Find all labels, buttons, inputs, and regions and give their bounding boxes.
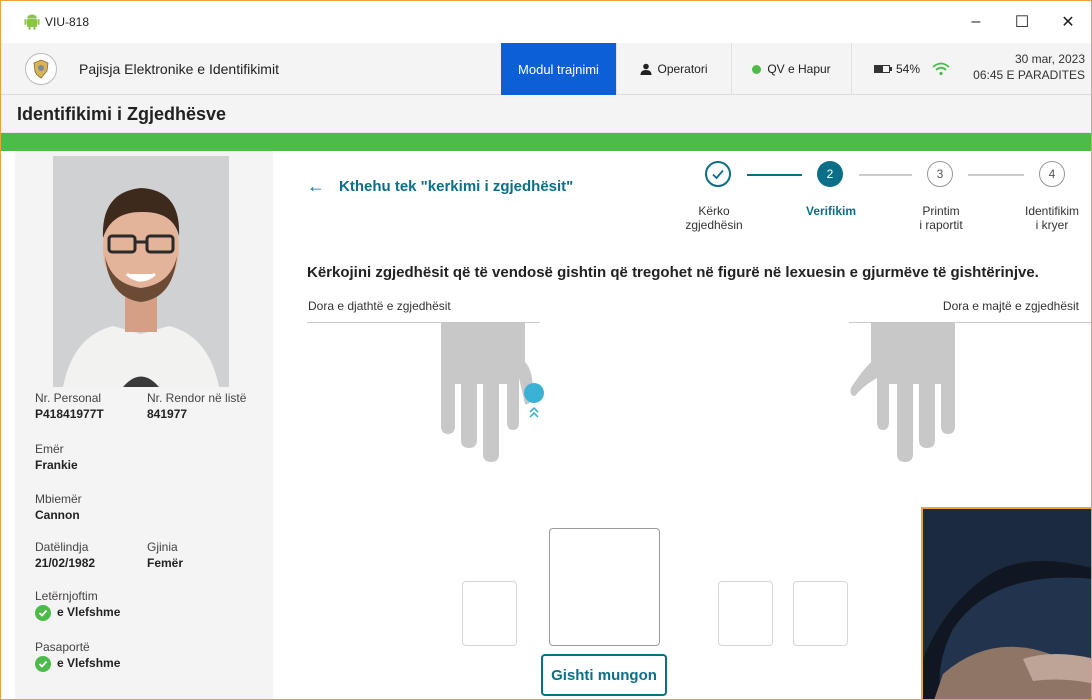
minimize-icon[interactable]: – — [953, 1, 999, 43]
last-name-value: Cannon — [35, 508, 80, 522]
progress-stepper: 2 3 4 Kërko zgjedhësin Verifikim Printim… — [671, 159, 1091, 239]
page-title: Identifikimi i Zgjedhësve — [17, 104, 227, 124]
id-card-status: e Vlefshme — [57, 605, 121, 620]
instruction-text: Kërkojini zgjedhësit që të vendosë gisht… — [307, 264, 1039, 281]
voter-photo — [53, 156, 229, 387]
operator-menu[interactable]: Operatori — [616, 43, 731, 95]
qv-status: QV e Hapur — [731, 43, 851, 95]
passport-label: Pasaportë — [35, 640, 90, 654]
qv-status-label: QV e Hapur — [767, 62, 831, 76]
step-4-label: Identifikim i kryer — [1024, 204, 1080, 232]
missing-finger-button[interactable]: Gishti mungon — [541, 654, 667, 696]
personal-no-label: Nr. Personal — [35, 391, 102, 405]
right-hand-label: Dora e djathtë e zgjedhësit — [308, 299, 451, 313]
device-status: 54% 30 mar, 2023 06:45 E PARADITES — [851, 43, 1091, 95]
birth-date-field: Datëlindja 21/02/1982 — [35, 540, 95, 570]
first-name-field: Emër Frankie — [35, 442, 78, 472]
passport-field: Pasaportë e Vlefshme — [35, 640, 120, 672]
step-connector — [859, 174, 912, 176]
wifi-icon — [932, 62, 950, 76]
arrow-left-icon: ← — [307, 176, 325, 196]
right-hand-icon — [441, 322, 544, 462]
step-1-label: Kërko zgjedhësin — [685, 204, 743, 232]
check-icon — [35, 656, 51, 672]
active-finger-slot — [549, 528, 660, 646]
camera-preview — [921, 507, 1091, 699]
battery-icon — [874, 65, 892, 73]
step-3-label: Printim i raportit — [919, 204, 963, 232]
step-2-label: Verifikim — [805, 204, 857, 218]
user-icon — [640, 63, 652, 75]
step-3-number: 3 — [936, 167, 944, 181]
gender-label: Gjinia — [147, 540, 178, 554]
android-icon — [24, 14, 40, 30]
step-done-icon — [705, 161, 731, 187]
step-connector — [968, 174, 1024, 176]
back-to-search-link[interactable]: ← Kthehu tek "kerkimi i zgjedhësit" — [307, 176, 573, 197]
list-no-value: 841977 — [147, 407, 188, 421]
gender-field: Gjinia Femër — [147, 540, 183, 570]
back-link-label: Kthehu tek "kerkimi i zgjedhësit" — [339, 178, 574, 195]
close-icon[interactable]: ✕ — [1045, 1, 1091, 43]
step-2-number: 2 — [826, 167, 834, 181]
status-dot-icon — [752, 64, 762, 74]
list-no-field: Nr. Rendor në listë 841977 — [147, 391, 246, 421]
step-3-indicator: 3 — [927, 161, 953, 187]
page-title-bar: Identifikimi i Zgjedhësve — [1, 95, 1091, 133]
maximize-icon[interactable]: ☐ — [999, 1, 1045, 43]
last-name-label: Mbiemër — [35, 492, 82, 506]
step-4-number: 4 — [1048, 167, 1056, 181]
status-bar — [1, 133, 1091, 151]
step-4-indicator: 4 — [1039, 161, 1065, 187]
id-card-field: Letërnjoftim e Vlefshme — [35, 589, 120, 621]
time-text: 06:45 E PARADITES — [973, 68, 1085, 82]
window-controls: – ☐ ✕ — [953, 1, 1091, 43]
date-text: 30 mar, 2023 — [1014, 52, 1085, 66]
passport-status: e Vlefshme — [57, 656, 121, 671]
first-name-value: Frankie — [35, 458, 78, 472]
window-title: VIU-818 — [45, 15, 90, 29]
finger-slot — [462, 581, 517, 646]
app-window: VIU-818 – ☐ ✕ Pajisja Elektronike e Iden… — [0, 0, 1092, 700]
personal-no-value: P41841977T — [35, 407, 104, 421]
birth-date-value: 21/02/1982 — [35, 556, 96, 570]
personal-no-field: Nr. Personal P41841977T — [35, 391, 104, 421]
left-hand-label: Dora e majtë e zgjedhësit — [942, 299, 1079, 313]
title-bar: VIU-818 – ☐ ✕ — [1, 1, 1091, 43]
training-mode-button[interactable]: Modul trajnimi — [501, 43, 616, 95]
battery-level: 54% — [896, 62, 921, 76]
app-header: Pajisja Elektronike e Identifikimit Modu… — [1, 43, 1091, 95]
chevron-up-icon — [529, 406, 539, 418]
datetime: 30 mar, 2023 06:45 E PARADITES — [973, 51, 1085, 83]
gender-value: Femër — [147, 556, 184, 570]
finger-slot — [718, 581, 773, 646]
first-name-label: Emër — [35, 442, 64, 456]
check-icon — [35, 605, 51, 621]
device-name: Pajisja Elektronike e Identifikimit — [79, 60, 279, 77]
emblem-logo — [25, 52, 57, 85]
highlighted-finger-icon — [524, 383, 544, 403]
list-no-label: Nr. Rendor në listë — [147, 391, 247, 405]
birth-date-label: Datëlindja — [35, 540, 89, 554]
operator-label: Operatori — [657, 62, 708, 76]
id-card-label: Letërnjoftim — [35, 589, 98, 603]
left-hand-icon — [850, 322, 955, 462]
step-2-indicator: 2 — [817, 161, 843, 187]
last-name-field: Mbiemër Cannon — [35, 492, 82, 522]
voter-panel: Nr. Personal P41841977T Nr. Rendor në li… — [15, 151, 273, 699]
step-connector — [747, 174, 802, 176]
finger-slot — [793, 581, 848, 646]
